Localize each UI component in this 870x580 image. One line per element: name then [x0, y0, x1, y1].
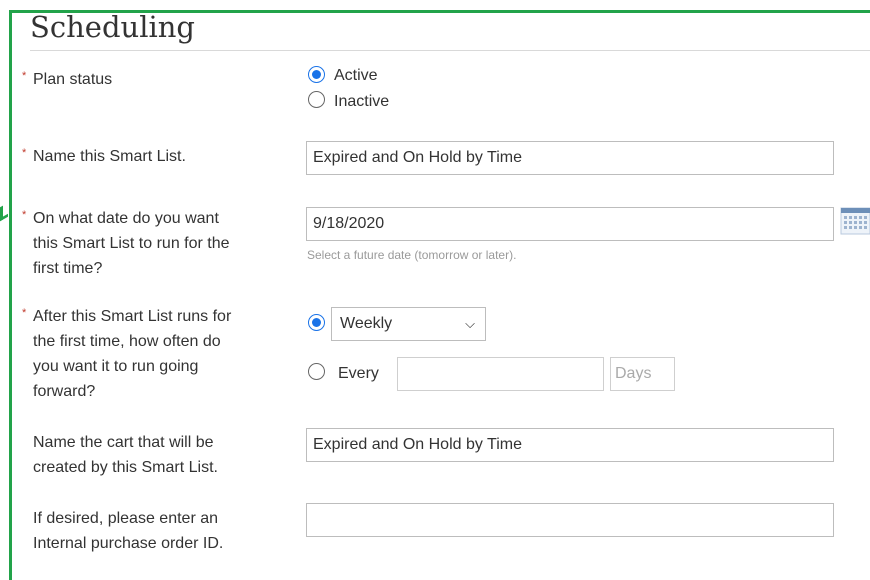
cart-name-label: Name the cart that will be created by thi…: [33, 434, 218, 476]
every-interval-input[interactable]: [397, 357, 604, 391]
interval-unit: Days: [610, 357, 675, 391]
radio-custom-frequency[interactable]: [308, 363, 325, 380]
required-marker: *: [22, 307, 27, 319]
required-marker: *: [22, 209, 27, 221]
section-frame: [9, 10, 870, 580]
smart-list-name-label: * Name this Smart List.: [22, 144, 186, 169]
radio-inactive[interactable]: [308, 91, 325, 108]
smart-list-name-input[interactable]: Expired and On Hold by Time: [306, 141, 834, 175]
frequency-select[interactable]: Weekly ⌵: [331, 307, 486, 341]
radio-active[interactable]: [308, 66, 325, 83]
title-divider: [30, 50, 870, 51]
cart-name-input[interactable]: Expired and On Hold by Time: [306, 428, 834, 462]
po-id-label: If desired, please enter an Internal purc…: [33, 510, 224, 552]
first-run-date-input[interactable]: 9/18/2020: [306, 207, 834, 241]
radio-inactive-label: Inactive: [334, 93, 390, 110]
page-title: Scheduling: [30, 10, 195, 44]
frame-accent: [0, 202, 8, 222]
first-run-date-label: * On what date do you want this Smart List…: [22, 206, 230, 281]
chevron-down-icon: ⌵: [465, 316, 475, 331]
every-label: Every: [338, 365, 379, 382]
frequency-label: * After this Smart List runs for the first…: [22, 304, 231, 404]
date-hint: Select a future date (tomorrow or later)…: [307, 248, 517, 262]
po-id-input[interactable]: [306, 503, 834, 537]
radio-active-label: Active: [334, 67, 378, 84]
required-marker: *: [22, 147, 27, 159]
calendar-icon[interactable]: [840, 207, 870, 235]
plan-status-label: * Plan status: [22, 67, 112, 92]
radio-preset-frequency[interactable]: [308, 314, 325, 331]
required-marker: *: [22, 70, 27, 82]
